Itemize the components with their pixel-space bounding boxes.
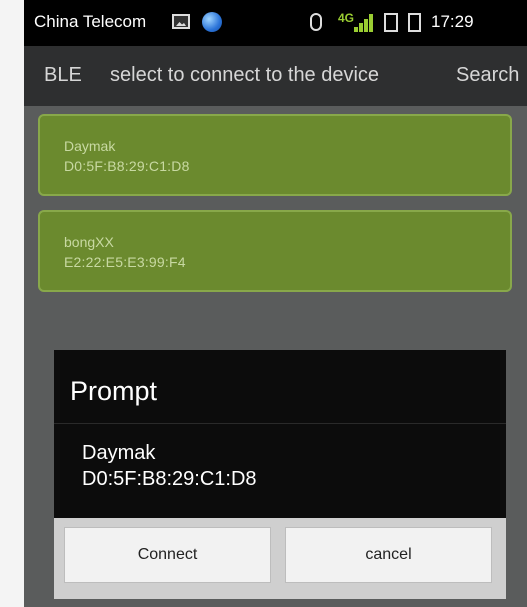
app-label: BLE — [44, 64, 82, 86]
search-button[interactable]: Search — [456, 64, 519, 87]
sim-icon — [384, 13, 398, 32]
dialog-device-address: D0:5F:B8:29:C1:D8 — [82, 468, 257, 490]
battery-icon — [408, 13, 421, 32]
bluetooth-icon — [310, 13, 322, 31]
device-name: bongXX — [64, 234, 114, 250]
dialog-divider — [54, 423, 506, 424]
clock: 17:29 — [431, 12, 474, 31]
dialog-title: Prompt — [70, 376, 158, 406]
status-bar: China Telecom 4G 17:29 — [24, 0, 527, 46]
image-icon — [172, 14, 190, 29]
device-address: D0:5F:B8:29:C1:D8 — [64, 158, 190, 174]
network-type-label: 4G — [338, 11, 355, 25]
globe-icon — [202, 12, 222, 32]
device-item[interactable]: bongXX E2:22:E5:E3:99:F4 — [38, 210, 512, 292]
phone-screen: China Telecom 4G 17:29 BLE select to con… — [24, 0, 527, 607]
signal-icon — [354, 13, 376, 32]
connect-button[interactable]: Connect — [64, 527, 271, 583]
device-address: E2:22:E5:E3:99:F4 — [64, 254, 186, 270]
dialog-button-bar: Connect cancel — [54, 518, 506, 599]
carrier-label: China Telecom — [34, 12, 147, 31]
prompt-dialog: Prompt Daymak D0:5F:B8:29:C1:D8 Connect … — [54, 350, 506, 599]
action-bar: BLE select to connect to the device Sear… — [24, 46, 527, 106]
device-item[interactable]: Daymak D0:5F:B8:29:C1:D8 — [38, 114, 512, 196]
device-name: Daymak — [64, 138, 116, 154]
dialog-device-name: Daymak — [82, 442, 156, 464]
page-title: select to connect to the device — [110, 64, 380, 86]
cancel-button[interactable]: cancel — [285, 527, 492, 583]
device-list: Daymak D0:5F:B8:29:C1:D8 bongXX E2:22:E5… — [38, 114, 527, 306]
